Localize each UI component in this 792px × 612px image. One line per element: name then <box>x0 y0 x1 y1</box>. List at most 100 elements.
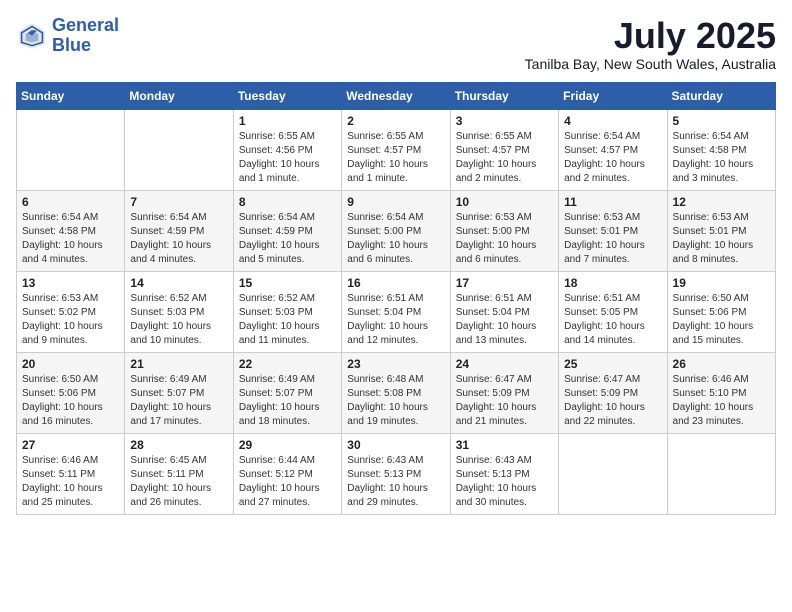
day-info: Sunrise: 6:53 AM Sunset: 5:01 PM Dayligh… <box>564 211 661 267</box>
day-info: Sunrise: 6:44 AM Sunset: 5:12 PM Dayligh… <box>239 454 336 510</box>
calendar-day-cell: 8 Sunrise: 6:54 AM Sunset: 4:59 PM Daylig… <box>233 190 341 271</box>
calendar-day-cell: 2Sunrise: 6:55 AM Sunset: 4:57 PM Daylig… <box>342 109 450 190</box>
calendar-day-cell: 9 Sunrise: 6:54 AM Sunset: 5:00 PM Daylig… <box>342 190 450 271</box>
day-info: Sunrise: 6:51 AM Sunset: 5:04 PM Dayligh… <box>347 292 444 348</box>
day-number: 7 <box>130 195 227 209</box>
weekday-header-row: SundayMondayTuesdayWednesdayThursdayFrid… <box>17 82 776 109</box>
day-info: Sunrise: 6:47 AM Sunset: 5:09 PM Dayligh… <box>456 373 553 429</box>
day-info: Sunrise: 6:54 AM Sunset: 4:59 PM Dayligh… <box>239 211 336 267</box>
calendar-day-cell: 18Sunrise: 6:51 AM Sunset: 5:05 PM Dayli… <box>559 271 667 352</box>
calendar-day-cell: 5 Sunrise: 6:54 AM Sunset: 4:58 PM Daylig… <box>667 109 775 190</box>
weekday-header-cell: Monday <box>125 82 233 109</box>
weekday-header-cell: Friday <box>559 82 667 109</box>
calendar-day-cell: 21Sunrise: 6:49 AM Sunset: 5:07 PM Dayli… <box>125 352 233 433</box>
day-info: Sunrise: 6:54 AM Sunset: 4:59 PM Dayligh… <box>130 211 227 267</box>
day-info: Sunrise: 6:50 AM Sunset: 5:06 PM Dayligh… <box>673 292 770 348</box>
day-info: Sunrise: 6:52 AM Sunset: 5:03 PM Dayligh… <box>130 292 227 348</box>
day-number: 2 <box>347 114 444 128</box>
day-info: Sunrise: 6:45 AM Sunset: 5:11 PM Dayligh… <box>130 454 227 510</box>
page-header: General Blue July 2025 Tanilba Bay, New … <box>16 16 776 72</box>
day-number: 31 <box>456 438 553 452</box>
day-info: Sunrise: 6:54 AM Sunset: 4:58 PM Dayligh… <box>673 130 770 186</box>
day-number: 12 <box>673 195 770 209</box>
weekday-header-cell: Wednesday <box>342 82 450 109</box>
day-number: 8 <box>239 195 336 209</box>
day-number: 24 <box>456 357 553 371</box>
calendar-week-row: 13 Sunrise: 6:53 AM Sunset: 5:02 PM Dayli… <box>17 271 776 352</box>
title-block: July 2025 Tanilba Bay, New South Wales, … <box>525 16 776 72</box>
calendar-day-cell: 13 Sunrise: 6:53 AM Sunset: 5:02 PM Dayli… <box>17 271 125 352</box>
location: Tanilba Bay, New South Wales, Australia <box>525 56 776 72</box>
day-number: 25 <box>564 357 661 371</box>
day-number: 1 <box>239 114 336 128</box>
calendar-day-cell <box>667 433 775 514</box>
day-number: 9 <box>347 195 444 209</box>
day-info: Sunrise: 6:49 AM Sunset: 5:07 PM Dayligh… <box>130 373 227 429</box>
day-number: 14 <box>130 276 227 290</box>
day-number: 15 <box>239 276 336 290</box>
calendar-day-cell: 3Sunrise: 6:55 AM Sunset: 4:57 PM Daylig… <box>450 109 558 190</box>
day-info: Sunrise: 6:51 AM Sunset: 5:04 PM Dayligh… <box>456 292 553 348</box>
logo-line1: General <box>52 15 119 35</box>
day-number: 27 <box>22 438 119 452</box>
month-year: July 2025 <box>525 16 776 56</box>
calendar-day-cell: 29 Sunrise: 6:44 AM Sunset: 5:12 PM Dayli… <box>233 433 341 514</box>
calendar-day-cell: 26Sunrise: 6:46 AM Sunset: 5:10 PM Dayli… <box>667 352 775 433</box>
weekday-header-cell: Saturday <box>667 82 775 109</box>
day-number: 3 <box>456 114 553 128</box>
day-number: 10 <box>456 195 553 209</box>
calendar-day-cell: 6 Sunrise: 6:54 AM Sunset: 4:58 PM Daylig… <box>17 190 125 271</box>
logo-line2: Blue <box>52 35 91 55</box>
day-info: Sunrise: 6:50 AM Sunset: 5:06 PM Dayligh… <box>22 373 119 429</box>
calendar-day-cell: 28Sunrise: 6:45 AM Sunset: 5:11 PM Dayli… <box>125 433 233 514</box>
calendar-week-row: 20 Sunrise: 6:50 AM Sunset: 5:06 PM Dayli… <box>17 352 776 433</box>
day-info: Sunrise: 6:46 AM Sunset: 5:11 PM Dayligh… <box>22 454 119 510</box>
day-number: 22 <box>239 357 336 371</box>
logo-icon <box>16 20 48 52</box>
calendar-day-cell: 20 Sunrise: 6:50 AM Sunset: 5:06 PM Dayli… <box>17 352 125 433</box>
day-info: Sunrise: 6:46 AM Sunset: 5:10 PM Dayligh… <box>673 373 770 429</box>
day-info: Sunrise: 6:49 AM Sunset: 5:07 PM Dayligh… <box>239 373 336 429</box>
day-number: 17 <box>456 276 553 290</box>
calendar-day-cell: 11 Sunrise: 6:53 AM Sunset: 5:01 PM Dayli… <box>559 190 667 271</box>
day-number: 23 <box>347 357 444 371</box>
day-info: Sunrise: 6:43 AM Sunset: 5:13 PM Dayligh… <box>347 454 444 510</box>
calendar-day-cell: 25Sunrise: 6:47 AM Sunset: 5:09 PM Dayli… <box>559 352 667 433</box>
calendar-day-cell: 23 Sunrise: 6:48 AM Sunset: 5:08 PM Dayli… <box>342 352 450 433</box>
day-number: 20 <box>22 357 119 371</box>
day-info: Sunrise: 6:54 AM Sunset: 5:00 PM Dayligh… <box>347 211 444 267</box>
day-number: 29 <box>239 438 336 452</box>
calendar-day-cell: 10 Sunrise: 6:53 AM Sunset: 5:00 PM Dayli… <box>450 190 558 271</box>
day-number: 13 <box>22 276 119 290</box>
calendar-day-cell: 1 Sunrise: 6:55 AM Sunset: 4:56 PM Daylig… <box>233 109 341 190</box>
day-info: Sunrise: 6:55 AM Sunset: 4:56 PM Dayligh… <box>239 130 336 186</box>
day-number: 19 <box>673 276 770 290</box>
calendar-body: 1 Sunrise: 6:55 AM Sunset: 4:56 PM Daylig… <box>17 109 776 514</box>
day-number: 6 <box>22 195 119 209</box>
calendar-day-cell: 22 Sunrise: 6:49 AM Sunset: 5:07 PM Dayli… <box>233 352 341 433</box>
day-info: Sunrise: 6:43 AM Sunset: 5:13 PM Dayligh… <box>456 454 553 510</box>
day-info: Sunrise: 6:52 AM Sunset: 5:03 PM Dayligh… <box>239 292 336 348</box>
calendar-day-cell <box>559 433 667 514</box>
day-number: 11 <box>564 195 661 209</box>
day-info: Sunrise: 6:53 AM Sunset: 5:01 PM Dayligh… <box>673 211 770 267</box>
day-info: Sunrise: 6:53 AM Sunset: 5:02 PM Dayligh… <box>22 292 119 348</box>
weekday-header-cell: Tuesday <box>233 82 341 109</box>
calendar-day-cell <box>17 109 125 190</box>
calendar-day-cell: 15 Sunrise: 6:52 AM Sunset: 5:03 PM Dayli… <box>233 271 341 352</box>
day-number: 5 <box>673 114 770 128</box>
day-number: 18 <box>564 276 661 290</box>
calendar-table: SundayMondayTuesdayWednesdayThursdayFrid… <box>16 82 776 515</box>
day-info: Sunrise: 6:48 AM Sunset: 5:08 PM Dayligh… <box>347 373 444 429</box>
day-info: Sunrise: 6:54 AM Sunset: 4:58 PM Dayligh… <box>22 211 119 267</box>
calendar-day-cell: 14 Sunrise: 6:52 AM Sunset: 5:03 PM Dayli… <box>125 271 233 352</box>
weekday-header-cell: Sunday <box>17 82 125 109</box>
day-number: 16 <box>347 276 444 290</box>
calendar-day-cell <box>125 109 233 190</box>
calendar-day-cell: 19 Sunrise: 6:50 AM Sunset: 5:06 PM Dayli… <box>667 271 775 352</box>
calendar-day-cell: 17 Sunrise: 6:51 AM Sunset: 5:04 PM Dayli… <box>450 271 558 352</box>
calendar-day-cell: 27 Sunrise: 6:46 AM Sunset: 5:11 PM Dayli… <box>17 433 125 514</box>
calendar-week-row: 1 Sunrise: 6:55 AM Sunset: 4:56 PM Daylig… <box>17 109 776 190</box>
day-info: Sunrise: 6:53 AM Sunset: 5:00 PM Dayligh… <box>456 211 553 267</box>
calendar-day-cell: 12 Sunrise: 6:53 AM Sunset: 5:01 PM Dayli… <box>667 190 775 271</box>
